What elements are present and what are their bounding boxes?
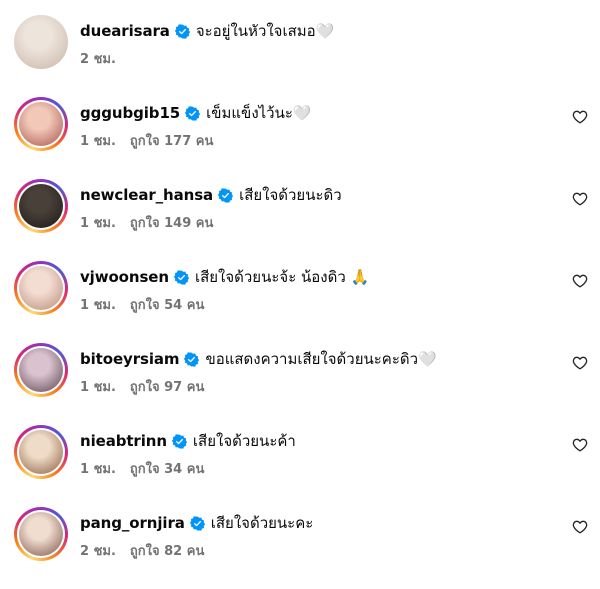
username-link[interactable]: pang_ornjira — [80, 514, 185, 532]
like-heart-icon[interactable] — [572, 191, 588, 207]
comment-timestamp[interactable]: 1 ชม. — [80, 294, 116, 315]
comment-item: duearisara จะอยู่ในหัวใจเสมอ🤍 2 ชม. — [0, 15, 600, 97]
comment-body: nieabtrinn เสียใจด้วยนะค้า 1 ชม. ถูกใจ 34 ค… — [80, 425, 560, 479]
username-link[interactable]: bitoeyrsiam — [80, 350, 180, 368]
avatar-photo — [14, 15, 68, 69]
comment-timestamp[interactable]: 2 ชม. — [80, 540, 116, 561]
like-heart-icon[interactable] — [572, 437, 588, 453]
username-link[interactable]: duearisara — [80, 22, 170, 40]
comment-item: pang_ornjira เสียใจด้วยนะคะ 2 ชม. ถูกใจ 82 … — [0, 507, 600, 589]
avatar[interactable] — [14, 507, 68, 561]
comment-timestamp[interactable]: 1 ชม. — [80, 212, 116, 233]
comment-line: vjwoonsen เสียใจด้วยนะจ้ะ น้องดิว 🙏 — [80, 261, 560, 293]
avatar-photo — [19, 184, 63, 228]
comment-meta: 1 ชม. ถูกใจ 177 คน — [80, 129, 560, 151]
avatar[interactable] — [14, 179, 68, 233]
comment-body: duearisara จะอยู่ในหัวใจเสมอ🤍 2 ชม. — [80, 15, 560, 69]
comment-meta: 2 ชม. ถูกใจ 82 คน — [80, 539, 560, 561]
avatar-photo — [19, 512, 63, 556]
comment-item: bitoeyrsiam ขอแสดงความเสียใจด้วยนะคะดิว🤍 1… — [0, 343, 600, 425]
comment-item: nieabtrinn เสียใจด้วยนะค้า 1 ชม. ถูกใจ 34 ค… — [0, 425, 600, 507]
comment-like-count[interactable]: ถูกใจ 54 คน — [130, 294, 204, 315]
comment-item: gggubgib15 เข็มแข็งไว้นะ🤍 1 ชม. ถูกใจ 177 ค… — [0, 97, 600, 179]
verified-badge-icon — [185, 105, 201, 121]
username-link[interactable]: gggubgib15 — [80, 104, 180, 122]
comment-like-count[interactable]: ถูกใจ 82 คน — [130, 540, 204, 561]
comment-timestamp[interactable]: 2 ชม. — [80, 48, 116, 69]
comment-body: gggubgib15 เข็มแข็งไว้นะ🤍 1 ชม. ถูกใจ 177 ค… — [80, 97, 560, 151]
comment-body: vjwoonsen เสียใจด้วยนะจ้ะ น้องดิว 🙏 1 ชม. ถ… — [80, 261, 560, 315]
comment-text: เสียใจด้วยนะดิว — [239, 186, 342, 204]
comment-timestamp[interactable]: 1 ชม. — [80, 376, 116, 397]
comment-line: newclear_hansa เสียใจด้วยนะดิว — [80, 179, 560, 211]
like-heart-icon[interactable] — [572, 273, 588, 289]
comment-body: bitoeyrsiam ขอแสดงความเสียใจด้วยนะคะดิว🤍 1… — [80, 343, 560, 397]
comment-text: เข็มแข็งไว้นะ🤍 — [206, 104, 312, 122]
comment-line: pang_ornjira เสียใจด้วยนะคะ — [80, 507, 560, 539]
verified-badge-icon — [189, 515, 205, 531]
verified-badge-icon — [173, 269, 189, 285]
username-link[interactable]: vjwoonsen — [80, 268, 169, 286]
like-heart-icon[interactable] — [572, 109, 588, 125]
comment-timestamp[interactable]: 1 ชม. — [80, 130, 116, 151]
comment-text: เสียใจด้วยนะจ้ะ น้องดิว 🙏 — [194, 268, 370, 286]
comment-like-count[interactable]: ถูกใจ 149 คน — [130, 212, 213, 233]
comment-list: duearisara จะอยู่ในหัวใจเสมอ🤍 2 ชม. gggubgi… — [0, 0, 600, 570]
comment-text: เสียใจด้วยนะค้า — [192, 432, 296, 450]
username-link[interactable]: nieabtrinn — [80, 432, 167, 450]
comment-timestamp[interactable]: 1 ชม. — [80, 458, 116, 479]
comment-meta: 1 ชม. ถูกใจ 149 คน — [80, 211, 560, 233]
comment-meta: 2 ชม. — [80, 47, 560, 69]
comment-like-count[interactable]: ถูกใจ 177 คน — [130, 130, 213, 151]
avatar-photo — [19, 348, 63, 392]
comment-like-count[interactable]: ถูกใจ 97 คน — [130, 376, 204, 397]
avatar-photo — [19, 102, 63, 146]
like-heart-icon[interactable] — [572, 355, 588, 371]
comment-item: vjwoonsen เสียใจด้วยนะจ้ะ น้องดิว 🙏 1 ชม. ถ… — [0, 261, 600, 343]
comment-body: pang_ornjira เสียใจด้วยนะคะ 2 ชม. ถูกใจ 82 … — [80, 507, 560, 561]
comment-meta: 1 ชม. ถูกใจ 97 คน — [80, 375, 560, 397]
avatar[interactable] — [14, 261, 68, 315]
verified-badge-icon — [171, 433, 187, 449]
avatar[interactable] — [14, 97, 68, 151]
comment-text: ขอแสดงความเสียใจด้วยนะคะดิว🤍 — [205, 350, 437, 368]
comment-meta: 1 ชม. ถูกใจ 54 คน — [80, 293, 560, 315]
avatar[interactable] — [14, 15, 68, 69]
comment-line: gggubgib15 เข็มแข็งไว้นะ🤍 — [80, 97, 560, 129]
verified-badge-icon — [218, 187, 234, 203]
comment-line: duearisara จะอยู่ในหัวใจเสมอ🤍 — [80, 15, 560, 47]
comment-line: bitoeyrsiam ขอแสดงความเสียใจด้วยนะคะดิว🤍 — [80, 343, 560, 375]
verified-badge-icon — [184, 351, 200, 367]
avatar[interactable] — [14, 343, 68, 397]
like-heart-icon[interactable] — [572, 519, 588, 535]
comment-like-count[interactable]: ถูกใจ 34 คน — [130, 458, 204, 479]
avatar-photo — [19, 430, 63, 474]
comment-meta: 1 ชม. ถูกใจ 34 คน — [80, 457, 560, 479]
avatar-photo — [19, 266, 63, 310]
comment-text: จะอยู่ในหัวใจเสมอ🤍 — [195, 22, 335, 40]
username-link[interactable]: newclear_hansa — [80, 186, 213, 204]
comment-text: เสียใจด้วยนะคะ — [210, 514, 314, 532]
comment-line: nieabtrinn เสียใจด้วยนะค้า — [80, 425, 560, 457]
comment-body: newclear_hansa เสียใจด้วยนะดิว 1 ชม. ถูกใจ … — [80, 179, 560, 233]
verified-badge-icon — [174, 23, 190, 39]
avatar[interactable] — [14, 425, 68, 479]
comment-item: newclear_hansa เสียใจด้วยนะดิว 1 ชม. ถูกใจ … — [0, 179, 600, 261]
